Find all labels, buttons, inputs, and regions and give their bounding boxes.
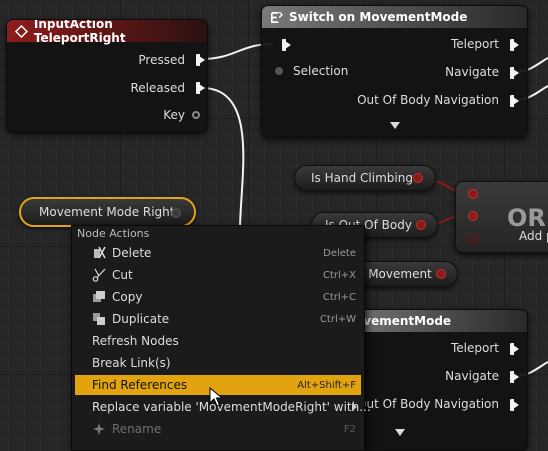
menu-item-copy[interactable]: Copy Ctrl+C: [75, 287, 361, 307]
or-input-pin-b[interactable]: [468, 211, 478, 221]
movement-mode-right-label: Movement Mode Right: [39, 205, 175, 219]
or-input-pin-c[interactable]: [467, 234, 479, 244]
menu-label-duplicate: Duplicate: [112, 312, 170, 326]
teleport-pin-label: Teleport: [451, 37, 499, 51]
or-boolean-node[interactable]: OR Add p: [455, 181, 548, 253]
exec-wire-released: [201, 87, 245, 231]
menu-label-cut: Cut: [112, 268, 133, 282]
switch-header-bottom: ovementMode: [341, 310, 527, 332]
or-input-pin-a[interactable]: [468, 189, 478, 199]
menu-label-replace-variable: Replace variable 'MovementModeRight' wit…: [92, 400, 371, 414]
menu-label-find-references: Find References: [92, 378, 188, 392]
outofbody-exec-pin-bottom[interactable]: [510, 399, 519, 411]
event-diamond-icon: [15, 24, 28, 38]
menu-item-delete[interactable]: Delete Delete: [75, 243, 361, 263]
menu-item-break-links[interactable]: Break Link(s): [75, 353, 361, 373]
or-label: OR: [507, 204, 546, 232]
switch-exec-in-pin[interactable]: [282, 39, 291, 51]
copy-icon: [92, 290, 106, 304]
outofbody-pin-label-bottom: Out Of Body Navigation: [357, 397, 499, 411]
selection-pin[interactable]: [275, 67, 283, 75]
menu-shortcut-find-references: Alt+Shift+F: [297, 379, 356, 391]
switch-header-top: Switch on MovementMode: [262, 6, 527, 28]
menu-shortcut-rename: F2: [343, 423, 356, 435]
key-struct-pin[interactable]: [192, 111, 200, 119]
is-out-of-body-pin[interactable]: [416, 220, 426, 230]
menu-shortcut-copy: Ctrl+C: [322, 291, 356, 303]
is-hand-climbing-getter[interactable]: Is Hand Climbing: [294, 165, 436, 191]
menu-label-break-links: Break Link(s): [92, 356, 171, 370]
add-pin-label[interactable]: Add p: [519, 229, 548, 243]
mouse-cursor-icon: [209, 387, 223, 407]
menu-item-rename[interactable]: Rename F2: [75, 419, 361, 439]
menu-label-refresh-nodes: Refresh Nodes: [92, 334, 179, 348]
menu-item-duplicate[interactable]: Duplicate Ctrl+W: [75, 309, 361, 329]
rename-icon: [92, 422, 106, 436]
menu-label-delete: Delete: [112, 246, 152, 260]
movement-partial-label: e Movement: [357, 267, 432, 281]
is-hand-climbing-label: Is Hand Climbing: [311, 171, 413, 185]
pressed-exec-pin[interactable]: [196, 54, 205, 66]
released-exec-pin[interactable]: [196, 82, 205, 94]
expand-caret-icon-bottom[interactable]: [395, 429, 405, 436]
is-hand-climbing-pin[interactable]: [413, 173, 423, 183]
switch-icon: [271, 10, 283, 23]
input-action-header: InputAction TeleportRight: [7, 19, 207, 45]
movement-partial-pin[interactable]: [436, 269, 446, 279]
teleport-exec-pin-bottom[interactable]: [510, 343, 519, 355]
key-pin-label: Key: [163, 108, 185, 122]
navigate-pin-label-bottom: Navigate: [445, 369, 499, 383]
menu-item-refresh-nodes[interactable]: Refresh Nodes: [75, 331, 361, 351]
switch-movement-mode-node-bottom[interactable]: ovementMode Teleport Navigate Out Of Bod…: [340, 309, 528, 451]
selection-pin-label: Selection: [293, 64, 349, 78]
teleport-exec-pin[interactable]: [510, 39, 519, 51]
navigate-pin-label: Navigate: [445, 65, 499, 79]
menu-shortcut-duplicate: Ctrl+W: [319, 313, 356, 325]
teleport-pin-label-bottom: Teleport: [451, 341, 499, 355]
submenu-arrow-icon: [352, 403, 357, 411]
menu-shortcut-cut: Ctrl+X: [322, 269, 356, 281]
expand-caret-icon[interactable]: [390, 122, 400, 129]
input-action-title: InputAction TeleportRight: [33, 19, 126, 45]
switch-title-top: Switch on MovementMode: [289, 10, 468, 24]
menu-item-cut[interactable]: Cut Ctrl+X: [75, 265, 361, 285]
outofbody-pin-label: Out Of Body Navigation: [357, 93, 499, 107]
movement-mode-right-getter[interactable]: Movement Mode Right: [19, 197, 196, 227]
scissors-icon: [92, 268, 106, 282]
released-pin-label: Released: [130, 81, 185, 95]
delete-icon: [92, 246, 106, 260]
menu-shortcut-delete: Delete: [323, 247, 356, 259]
navigate-exec-pin[interactable]: [510, 67, 519, 79]
input-action-teleport-node[interactable]: InputAction TeleportRight Pressed Releas…: [6, 19, 208, 133]
menu-label-copy: Copy: [112, 290, 143, 304]
duplicate-icon: [92, 312, 106, 326]
outofbody-exec-pin[interactable]: [510, 95, 519, 107]
menu-label-rename: Rename: [112, 422, 162, 436]
node-actions-context-menu: Node Actions Delete Delete Cut Ctrl+X Co…: [71, 225, 371, 451]
switch-title-bottom: ovementMode: [355, 314, 452, 328]
menu-heading: Node Actions: [77, 227, 150, 240]
movement-mode-right-pin[interactable]: [171, 208, 181, 218]
navigate-exec-pin-bottom[interactable]: [510, 371, 519, 383]
switch-movement-mode-node-top[interactable]: Switch on MovementMode Selection Telepor…: [261, 5, 528, 138]
pressed-pin-label: Pressed: [138, 53, 185, 67]
